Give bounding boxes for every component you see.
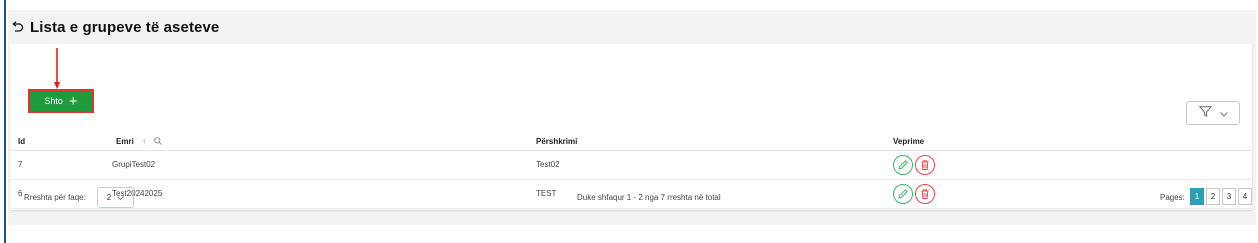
pagination: 1 2 3 4 [1190,188,1252,205]
content-card: Shto + Id Emri ↑ Përshkrimi Veprime 7 Gr… [10,44,1252,210]
pagination-summary: Duke shfaqur 1 - 2 nga 7 rreshta në tota… [577,193,721,202]
column-header-id[interactable]: Id [10,133,108,151]
filter-button[interactable] [1186,101,1240,125]
column-label: Veprime [893,136,925,146]
page-button-1[interactable]: 1 [1190,188,1204,205]
rows-per-page-value: 2 [106,193,112,202]
cell-pershkrimi: Test02 [528,150,885,180]
rows-per-page-label: Rreshta për faqe: [24,193,86,202]
page-header: Lista e grupeve të aseteve [8,16,219,38]
table-row: 7 GrupiTest02 Test02 [10,150,1252,180]
add-button-label: Shto [44,96,63,106]
column-label: Emri [116,136,134,146]
left-edge-bar [4,0,6,243]
chevron-down-icon [1219,104,1228,122]
trash-icon [921,159,929,170]
column-label: Id [18,136,26,146]
cell-actions [885,150,1252,180]
sort-ascending-icon[interactable]: ↑ [142,137,146,146]
filter-icon [1198,104,1212,122]
page-button-3[interactable]: 3 [1222,188,1236,205]
back-arrow-icon[interactable] [10,20,24,34]
table-header-row: Id Emri ↑ Përshkrimi Veprime [10,133,1252,151]
red-arrow-annotation [54,48,60,89]
page-area: Lista e grupeve të aseteve Shto + Id Emr… [8,10,1256,225]
add-button[interactable]: Shto + [28,89,94,113]
column-header-emri[interactable]: Emri ↑ [108,133,528,151]
column-label: Përshkrimi [536,136,578,146]
chevron-down-icon [117,193,125,202]
cell-emri: GrupiTest02 [108,150,528,180]
column-header-veprime: Veprime [885,133,1252,151]
page-button-2[interactable]: 2 [1206,188,1220,205]
rows-per-page-select[interactable]: 2 [97,187,134,208]
cell-id: 7 [10,150,108,180]
plus-icon: + [68,92,78,110]
pages-label: Pages: [1160,193,1185,202]
search-icon[interactable] [154,137,163,146]
pencil-icon [898,159,908,170]
delete-button[interactable] [915,154,935,175]
edit-button[interactable] [893,154,913,175]
column-header-pershkrimi[interactable]: Përshkrimi [528,133,885,151]
table-footer: Rreshta për faqe: 2 Duke shfaqur 1 - 2 n… [10,187,1252,209]
page-button-4[interactable]: 4 [1238,188,1252,205]
page-title: Lista e grupeve të aseteve [30,18,220,36]
